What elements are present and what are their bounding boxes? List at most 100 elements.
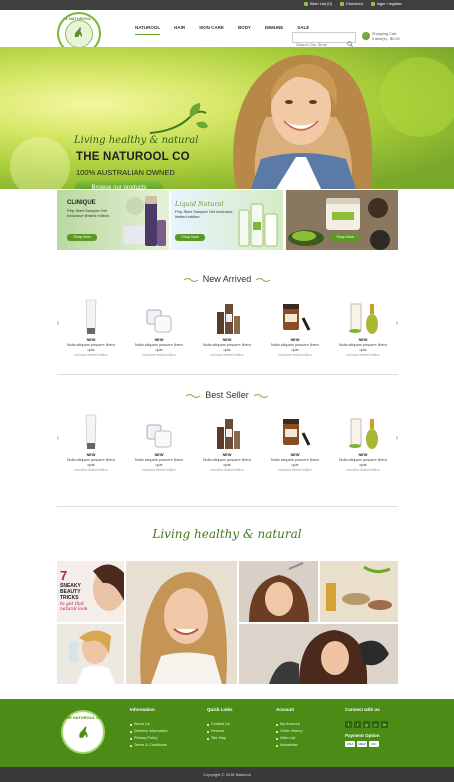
product-card[interactable]: NEW Nulla aliquam posuere libero quis ex… (134, 413, 184, 489)
linkedin-icon[interactable]: in (381, 721, 388, 728)
product-card[interactable]: NEW Nulla aliquam posuere libero quis ex… (338, 298, 388, 374)
footer-link[interactable]: Privacy Policy (130, 735, 168, 742)
carousel-prev-arrow[interactable]: ‹ (54, 433, 62, 442)
footer-link[interactable]: Wish List (276, 735, 303, 742)
wishlist-link[interactable]: Wish List (0) (303, 1, 332, 6)
promo-title: Liquid Natural (175, 200, 224, 208)
product-card[interactable]: NEW Nulla aliquam posuere libero quis ex… (202, 298, 252, 374)
hero-banner: Living healthy & natural THE NATUROOL CO… (0, 47, 454, 189)
payment-badges: VISA AMEX MC (345, 741, 388, 747)
product-tube-image (85, 414, 97, 449)
nav-immune[interactable]: IMMUNE (258, 25, 290, 35)
main-nav: NATUROOL HAIR SKIN CARE BODY IMMUNE SALE (128, 25, 316, 35)
footer-link[interactable]: Site Map (207, 735, 233, 742)
product-card[interactable]: NEW Nulla aliquam posuere libero quis ex… (66, 413, 116, 489)
gallery-tile-woman-drinking[interactable] (57, 624, 124, 684)
gallery-tile-spa-oils[interactable] (320, 561, 398, 622)
product-card[interactable]: NEW Nulla aliquam posuere libero quis ex… (134, 298, 184, 374)
search-icon[interactable] (347, 34, 353, 47)
nav-naturool[interactable]: NATUROOL (128, 25, 167, 35)
browse-products-button[interactable]: Browse our products (75, 181, 163, 189)
hair-cut-image (239, 561, 318, 622)
footer-logo[interactable]: THE NATUROOL CO (61, 710, 105, 754)
nav-hair[interactable]: HAIR (167, 25, 192, 35)
product-note: exclusive limited edition (142, 468, 176, 472)
shop-now-button[interactable]: Shop Now (330, 234, 360, 241)
amex-icon: AMEX (357, 741, 367, 747)
hero-subtitle: 100% AUSTRALIAN OWNED (76, 168, 175, 177)
login-link[interactable]: login / register (370, 1, 402, 6)
footer-link[interactable]: Returns (207, 728, 233, 735)
carousel-next-arrow[interactable]: › (393, 318, 401, 327)
liquid-natural-products-image (238, 203, 278, 247)
twitter-icon[interactable]: t (354, 721, 361, 728)
product-note: exclusive limited edition (210, 468, 244, 472)
gallery-tile-hair-cut[interactable] (239, 561, 318, 622)
shopping-cart[interactable]: 🛒 Shopping Cart 0 item(s) - $0.00 (362, 32, 412, 46)
footer-link[interactable]: Newsletter (276, 742, 303, 749)
section-divider (57, 374, 398, 375)
product-card[interactable]: NEW Nulla aliquam posuere libero quis ex… (338, 413, 388, 489)
cart-icon: 🛒 (362, 32, 370, 40)
product-jars-image (146, 309, 172, 333)
search-box (292, 32, 356, 49)
site-header: THE NATUROOL CO BEAUTY · BODY · HEALTH N… (0, 10, 454, 55)
footer-col-account: Account My Account Order History Wish Li… (276, 707, 303, 749)
beauty-script: to get that natural look (60, 602, 88, 612)
section-heading: New Arrived (202, 274, 252, 284)
top-bar: Wish List (0) Checkout login / register (0, 0, 454, 10)
bokeh-decoration (380, 57, 454, 137)
product-tag: NEW (358, 338, 368, 342)
footer-link[interactable]: About Us (130, 721, 168, 728)
user-icon (370, 1, 375, 6)
product-name: Nulla aliquam posuere libero quis (202, 343, 252, 352)
footer-heading: Quick Links (207, 707, 233, 712)
product-note: exclusive limited edition (210, 353, 244, 357)
promo-banner-clinique[interactable]: CLINIQUE Pep-Start Sampler Set exclusive… (57, 190, 169, 250)
carousel-next-arrow[interactable]: › (393, 433, 401, 442)
product-note: exclusive limited edition (74, 468, 108, 472)
promo-banner-matcha[interactable]: Shop Now (286, 190, 398, 250)
product-name: Nulla aliquam posuere libero quis (66, 343, 116, 352)
product-bottles-image (217, 419, 240, 449)
product-oil-image (349, 303, 378, 334)
carousel-prev-arrow[interactable]: ‹ (54, 318, 62, 327)
gallery-tile-woman-portrait[interactable] (126, 561, 237, 684)
product-card[interactable]: NEW Nulla aliquam posuere libero quis ex… (270, 413, 320, 489)
product-card[interactable]: NEW Nulla aliquam posuere libero quis ex… (66, 298, 116, 374)
checkout-link[interactable]: Checkout (339, 1, 363, 6)
product-tag: NEW (290, 338, 300, 342)
nav-body[interactable]: BODY (231, 25, 258, 35)
nav-skin-care[interactable]: SKIN CARE (192, 25, 231, 35)
swirl-right-icon (255, 278, 271, 282)
footer-link[interactable]: Terms & Conditions (130, 742, 168, 749)
product-tag: NEW (358, 453, 368, 457)
footer-link[interactable]: Delivery Information (130, 728, 168, 735)
product-note: exclusive limited edition (278, 353, 312, 357)
footer-link[interactable]: My Account (276, 721, 303, 728)
promo-title: CLINIQUE (67, 200, 96, 206)
promo-banner-liquid-natural[interactable]: Liquid Natural Pep-Start Sampler Set exc… (171, 190, 283, 250)
product-card[interactable]: NEW Nulla aliquam posuere libero quis ex… (270, 298, 320, 374)
beauty-tricks-tile[interactable]: 7 SNEAKY BEAUTY TRICKS to get that natur… (57, 561, 124, 622)
product-note: exclusive limited edition (74, 353, 108, 357)
section-divider (57, 506, 398, 507)
footer-link[interactable]: Contact Us (207, 721, 233, 728)
gallery-tile-salon[interactable] (239, 624, 398, 684)
pinterest-icon[interactable]: p (372, 721, 379, 728)
product-note: exclusive limited edition (142, 353, 176, 357)
facebook-icon[interactable]: f (345, 721, 352, 728)
checkout-icon (339, 1, 344, 6)
promo-text: Pep-Start Sampler Set exclusive limited … (67, 208, 110, 218)
product-tag: NEW (86, 338, 96, 342)
product-jar-dropper-image (283, 419, 311, 446)
google-plus-icon[interactable]: g (363, 721, 370, 728)
product-card[interactable]: NEW Nulla aliquam posuere libero quis ex… (202, 413, 252, 489)
best-seller-title: Best Seller (0, 390, 454, 400)
product-jars-image (146, 424, 172, 448)
product-tag: NEW (154, 453, 164, 457)
shop-now-button[interactable]: Shop Now (175, 234, 205, 241)
product-name: Nulla aliquam posuere libero quis (202, 458, 252, 467)
shop-now-button[interactable]: Shop Now (67, 234, 97, 241)
footer-link[interactable]: Order History (276, 728, 303, 735)
